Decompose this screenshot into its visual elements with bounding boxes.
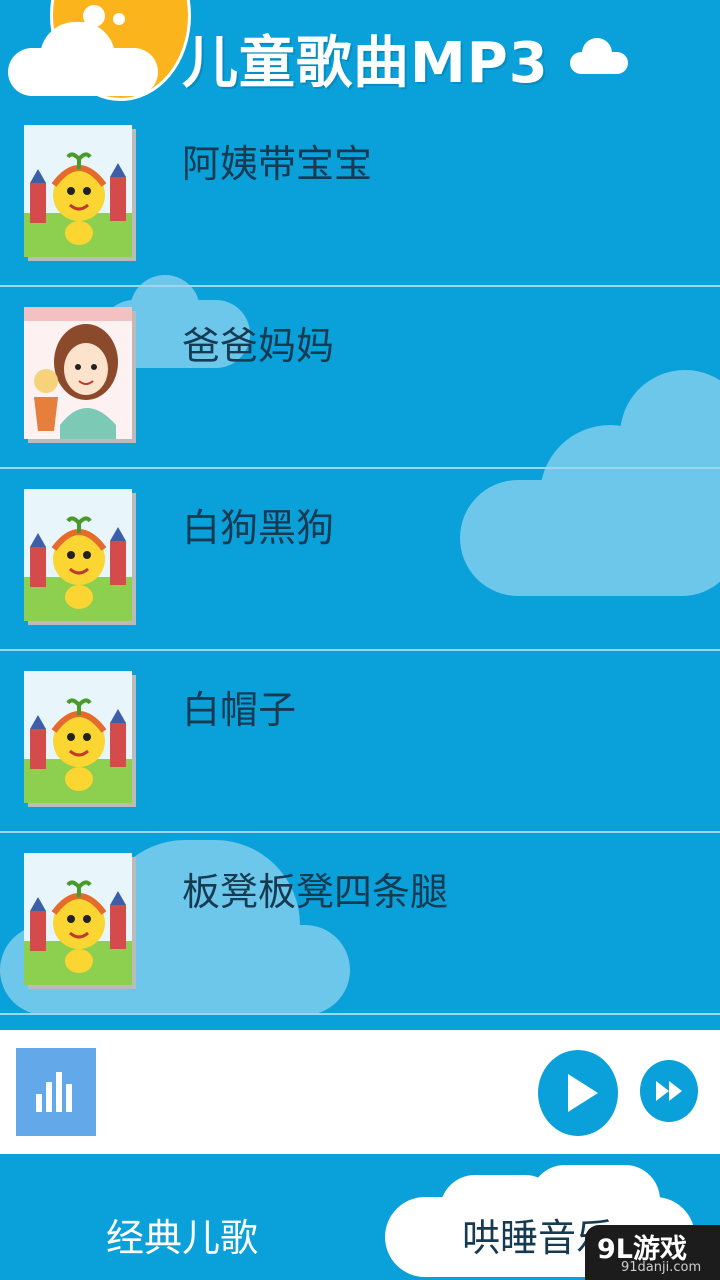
song-item[interactable]: 白狗黑狗 xyxy=(0,469,720,651)
equalizer-icon[interactable] xyxy=(16,1048,96,1136)
play-icon xyxy=(568,1074,598,1112)
song-item[interactable]: 爸爸妈妈 xyxy=(0,287,720,469)
mascot-cover-icon xyxy=(24,671,136,807)
song-item[interactable]: 板凳板凳四条腿 xyxy=(0,833,720,1015)
mascot-cover-icon xyxy=(24,125,136,261)
player-bar xyxy=(0,1030,720,1154)
girl-cover-icon xyxy=(24,307,136,443)
cloud-icon-top xyxy=(582,38,612,68)
song-title: 白帽子 xyxy=(182,688,297,732)
watermark: 9L游戏 91danji.com xyxy=(585,1225,720,1280)
fast-forward-icon xyxy=(656,1081,682,1101)
song-title: 阿姨带宝宝 xyxy=(182,142,373,186)
header-cloud xyxy=(40,22,115,92)
tab-classic-songs[interactable]: 经典儿歌 xyxy=(106,1207,258,1262)
app-title: 儿童歌曲MP3 xyxy=(182,31,549,96)
next-button[interactable] xyxy=(640,1060,698,1122)
play-button[interactable] xyxy=(538,1050,618,1136)
song-item[interactable]: 白帽子 xyxy=(0,651,720,833)
app-header: 儿童歌曲MP3 xyxy=(0,0,720,110)
song-title: 爸爸妈妈 xyxy=(182,324,335,368)
mascot-cover-icon xyxy=(24,853,136,989)
song-title: 白狗黑狗 xyxy=(182,506,335,550)
watermark-url: 91danji.com xyxy=(621,1260,702,1275)
mascot-cover-icon xyxy=(24,489,136,625)
song-item[interactable]: 阿姨带宝宝 xyxy=(0,105,720,287)
song-title: 板凳板凳四条腿 xyxy=(182,870,449,914)
